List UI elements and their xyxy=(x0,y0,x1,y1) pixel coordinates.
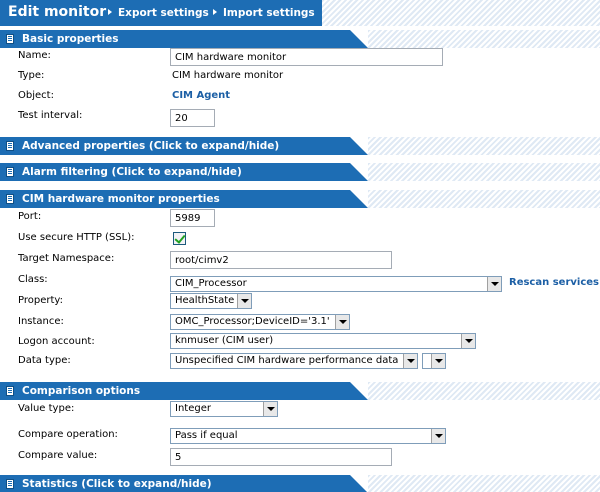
name-input[interactable] xyxy=(170,48,443,66)
section-advanced-properties[interactable]: Advanced properties (Click to expand/hid… xyxy=(0,137,600,155)
instance-label: Instance: xyxy=(18,316,64,327)
test-interval-label: Test interval: xyxy=(18,110,83,121)
form-icon xyxy=(6,386,14,396)
data-type-label: Data type: xyxy=(18,355,71,366)
section-title: CIM hardware monitor properties xyxy=(22,193,220,205)
value-type-label: Value type: xyxy=(18,403,75,414)
chevron-down-icon xyxy=(487,277,501,291)
chevron-down-icon xyxy=(403,354,417,368)
chevron-down-icon xyxy=(431,354,445,368)
logon-account-select[interactable]: knmuser (CIM user) xyxy=(170,333,476,349)
property-label: Property: xyxy=(18,295,63,306)
section-title: Alarm filtering (Click to expand/hide) xyxy=(22,166,242,178)
type-value: CIM hardware monitor xyxy=(172,70,284,81)
value-type-select[interactable]: Integer xyxy=(170,401,278,417)
data-type-extra-select[interactable] xyxy=(422,353,446,369)
type-label: Type: xyxy=(18,70,45,81)
section-statistics[interactable]: Statistics (Click to expand/hide) xyxy=(0,475,600,492)
form-icon xyxy=(6,479,14,489)
form-icon xyxy=(6,167,14,177)
section-comparison-options[interactable]: Comparison options xyxy=(0,382,600,400)
arrow-right-icon xyxy=(108,9,112,15)
ssl-checkbox[interactable] xyxy=(173,232,186,245)
form-icon xyxy=(6,34,14,44)
test-interval-input[interactable] xyxy=(170,109,215,127)
section-title: Advanced properties (Click to expand/hid… xyxy=(22,140,280,152)
section-title: Comparison options xyxy=(22,385,141,397)
port-label: Port: xyxy=(18,211,42,222)
compare-value-input[interactable] xyxy=(170,448,392,466)
chevron-down-icon xyxy=(461,334,475,348)
section-alarm-filtering[interactable]: Alarm filtering (Click to expand/hide) xyxy=(0,163,600,181)
ssl-label: Use secure HTTP (SSL): xyxy=(18,232,135,243)
arrow-right-icon xyxy=(213,9,217,15)
section-basic-properties[interactable]: Basic properties xyxy=(0,30,600,48)
title-bar: Edit monitor Export settings Import sett… xyxy=(0,0,600,26)
page-title: Edit monitor xyxy=(8,4,107,20)
export-settings-link[interactable]: Export settings xyxy=(108,7,209,19)
chevron-down-icon xyxy=(237,294,251,308)
section-title: Basic properties xyxy=(22,33,119,45)
chevron-down-icon xyxy=(431,429,445,443)
object-label: Object: xyxy=(18,90,54,101)
target-namespace-input[interactable] xyxy=(170,251,392,269)
port-input[interactable] xyxy=(170,209,215,227)
import-settings-link[interactable]: Import settings xyxy=(213,7,315,19)
instance-select[interactable]: OMC_Processor;DeviceID='3.1' xyxy=(170,314,350,330)
logon-account-label: Logon account: xyxy=(18,336,95,347)
rescan-services-link[interactable]: Rescan services xyxy=(509,277,599,288)
form-icon xyxy=(6,194,14,204)
chevron-down-icon xyxy=(335,315,349,329)
class-label: Class: xyxy=(18,274,48,285)
section-cim-properties[interactable]: CIM hardware monitor properties xyxy=(0,190,600,208)
name-label: Name: xyxy=(18,50,51,61)
compare-operation-select[interactable]: Pass if equal xyxy=(170,428,446,444)
section-title: Statistics (Click to expand/hide) xyxy=(22,478,212,490)
target-namespace-label: Target Namespace: xyxy=(18,253,115,264)
property-select[interactable]: HealthState xyxy=(170,293,252,309)
object-link[interactable]: CIM Agent xyxy=(172,90,230,101)
chevron-down-icon xyxy=(263,402,277,416)
compare-value-label: Compare value: xyxy=(18,450,98,461)
class-select[interactable]: CIM_Processor xyxy=(170,276,502,292)
data-type-select[interactable]: Unspecified CIM hardware performance dat… xyxy=(170,353,418,369)
compare-operation-label: Compare operation: xyxy=(18,429,118,440)
form-icon xyxy=(6,141,14,151)
